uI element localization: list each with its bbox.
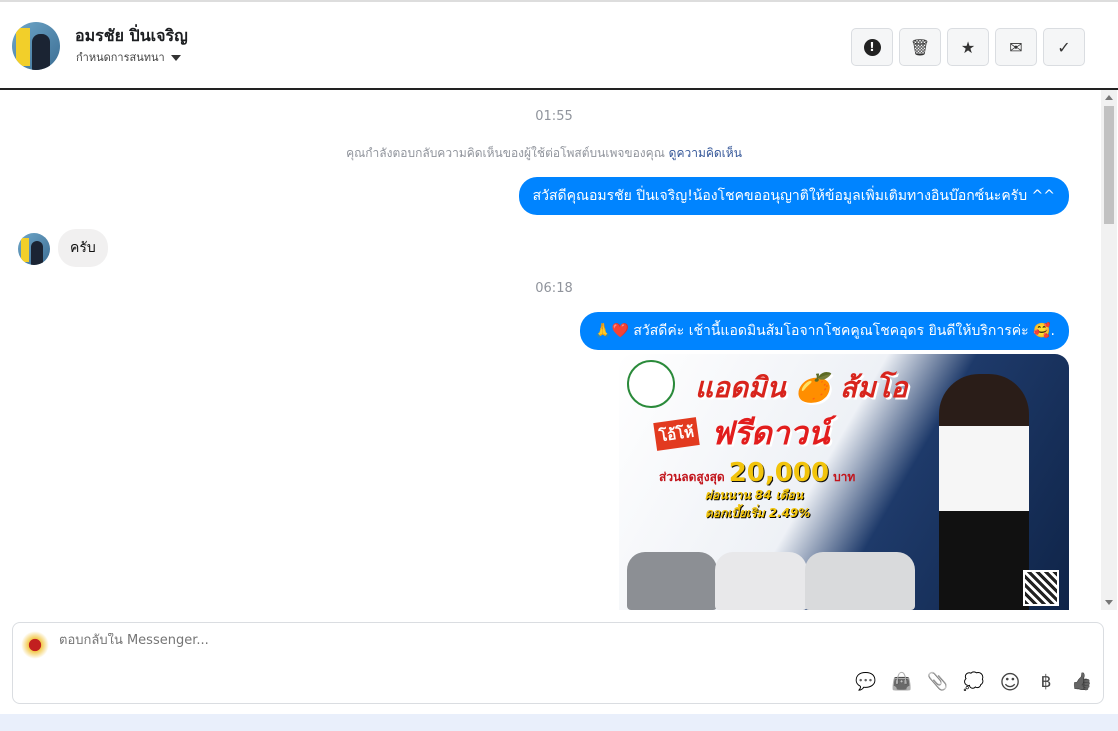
conversation-settings-dropdown[interactable]: กำหนดการสนทนา [76, 48, 181, 66]
like-icon[interactable]: 👍 [1071, 671, 1093, 693]
comment-reply-notice: คุณกำลังตอบกลับความคิดเห็นของผู้ใช้ต่อโพ… [0, 144, 1088, 163]
notice-text: คุณกำลังตอบกลับความคิดเห็นของผู้ใช้ต่อโพ… [346, 146, 665, 160]
star-button[interactable]: ★ [947, 28, 989, 66]
ad-discount: ส่วนลดสูงสุด 20,000 บาท [659, 458, 855, 488]
reply-composer: 💬 👜 📎 💭 ☺ ฿ 👍 [12, 622, 1104, 704]
car-photo [715, 552, 807, 610]
message-thread: 01:55 คุณกำลังตอบกลับความคิดเห็นของผู้ใช… [0, 90, 1118, 610]
alert-icon: ! [863, 38, 881, 56]
car-photo [805, 552, 915, 610]
presenter-photo [939, 374, 1029, 610]
dealer-logo [627, 360, 675, 408]
currency: บาท [833, 470, 856, 484]
delete-button[interactable]: 🗑 [899, 28, 941, 66]
saved-replies-icon[interactable]: 💭 [963, 671, 985, 693]
contact-name[interactable]: อมรชัย ปิ่นเจริญ [75, 24, 188, 49]
mark-done-button[interactable]: ✓ [1043, 28, 1085, 66]
mark-unread-button[interactable]: ✉ [995, 28, 1037, 66]
timestamp: 06:18 [535, 281, 573, 296]
conversation-header: อมรชัย ปิ่นเจริญ กำหนดการสนทนา ! 🗑 ★ ✉ ✓ [0, 0, 1118, 90]
ad-title: แอดมิน 🍊 ส้มโอ [695, 371, 908, 404]
page-footer [0, 714, 1118, 731]
check-icon: ✓ [1057, 37, 1071, 57]
message-outgoing: สวัสดีคุณอมรชัย ปิ่นเจริญ!น้องโชคขออนุญา… [518, 177, 1069, 215]
ad-free-down: ฟรีดาวน์ [711, 414, 830, 452]
star-icon: ★ [960, 37, 976, 57]
emoji-icon[interactable]: ☺ [999, 670, 1021, 694]
mail-icon: ✉ [1009, 37, 1023, 57]
timestamp: 01:55 [535, 109, 573, 124]
reply-input[interactable] [59, 633, 759, 648]
baht-icon[interactable]: ฿ [1035, 671, 1057, 693]
shop-bag-icon[interactable]: 👜 [891, 671, 913, 693]
mark-spam-button[interactable]: ! [851, 28, 893, 66]
paperclip-icon[interactable]: 📎 [927, 671, 949, 693]
message-outgoing: 🙏❤️ สวัสดีค่ะ เช้านี้แอดมินส้มโอจากโชคคู… [580, 312, 1069, 350]
promo-image-attachment[interactable]: แอดมิน 🍊 ส้มโอ โอ้โห้ ฟรีดาวน์ ส่วนลดสูง… [619, 354, 1069, 610]
view-comment-link[interactable]: ดูความคิดเห็น [669, 146, 742, 160]
contact-avatar-small [18, 233, 50, 265]
contact-avatar[interactable] [12, 22, 60, 70]
car-photo [627, 552, 717, 610]
star-message-icon[interactable]: 💬 [855, 671, 877, 693]
conversation-settings-label: กำหนดการสนทนา [76, 51, 165, 64]
qr-code [1023, 570, 1059, 606]
ad-wow: โอ้โห้ [653, 417, 700, 451]
ad-installment: ผ่อนนาน 84 เดือน [705, 488, 803, 502]
discount-amount: 20,000 [728, 458, 830, 488]
ad-interest: ดอกเบี้ยเริ่ม 2.49% [705, 506, 811, 520]
discount-label: ส่วนลดสูงสุด [659, 470, 725, 484]
message-incoming: ครับ [58, 229, 108, 267]
thread-scrollbar[interactable] [1101, 90, 1117, 610]
caret-down-icon [170, 55, 181, 61]
page-avatar [21, 631, 49, 659]
trash-icon: 🗑 [909, 37, 931, 57]
